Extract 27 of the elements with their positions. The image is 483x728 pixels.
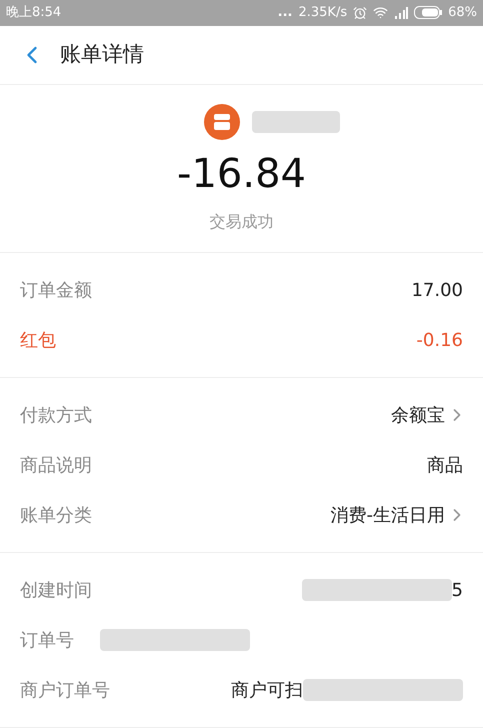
alarm-icon <box>353 6 368 20</box>
battery-level: 68% <box>448 4 477 22</box>
status-time: 晚上8:54 <box>6 4 62 22</box>
signal-icon <box>394 6 408 19</box>
row-value: 商品 <box>427 454 463 478</box>
row-value: -0.16 <box>416 328 463 352</box>
status-dots: ... <box>278 4 292 22</box>
transaction-status: 交易成功 <box>210 211 274 233</box>
network-speed: 2.35K/s <box>298 4 348 22</box>
row-label: 创建时间 <box>20 578 92 602</box>
row-value: 17.00 <box>411 278 463 302</box>
row-label: 订单号 <box>20 628 74 652</box>
row-value: 商户可扫 <box>231 678 303 702</box>
row-value: 消费-生活日用 <box>330 504 445 528</box>
row-label: 订单金额 <box>20 278 92 302</box>
row-value: 5 <box>452 578 463 602</box>
row-label: 账单分类 <box>20 504 92 528</box>
page-title: 账单详情 <box>60 41 144 68</box>
row-label: 付款方式 <box>20 404 92 428</box>
row-value: 余额宝 <box>391 404 445 428</box>
amount: -16.84 <box>177 150 306 199</box>
wifi-icon <box>373 5 388 20</box>
battery-icon <box>414 6 442 20</box>
shop-icon <box>204 104 240 140</box>
row-label: 商品说明 <box>20 454 92 478</box>
row-label: 红包 <box>20 328 56 352</box>
row-label: 商户订单号 <box>20 678 110 702</box>
